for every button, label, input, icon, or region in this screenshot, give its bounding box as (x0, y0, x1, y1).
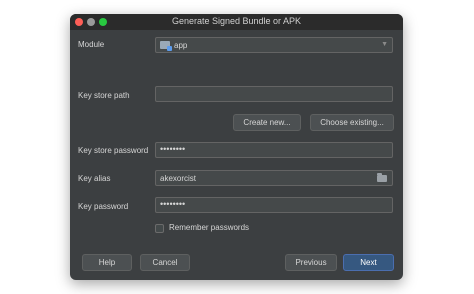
keystore-password-value: •••••••• (160, 144, 186, 154)
key-password-input[interactable]: •••••••• (155, 197, 393, 213)
keystore-path-input[interactable] (155, 86, 393, 102)
keystore-path-label: Key store path (78, 91, 130, 100)
folder-icon[interactable] (377, 173, 387, 182)
module-value: app (174, 41, 188, 50)
keystore-password-input[interactable]: •••••••• (155, 142, 393, 158)
key-alias-label: Key alias (78, 174, 111, 183)
key-password-value: •••••••• (160, 199, 186, 209)
key-password-label: Key password (78, 202, 129, 211)
next-button[interactable]: Next (343, 254, 394, 271)
create-new-button[interactable]: Create new... (233, 114, 301, 131)
window-title: Generate Signed Bundle or APK (171, 16, 302, 26)
remember-passwords-label[interactable]: Remember passwords (169, 223, 249, 232)
previous-button[interactable]: Previous (285, 254, 337, 271)
dialog-window: Generate Signed Bundle or APK Module app… (70, 14, 403, 280)
module-icon (160, 41, 172, 51)
help-button[interactable]: Help (82, 254, 132, 271)
module-dropdown[interactable]: app ▼ (155, 37, 393, 53)
cancel-button[interactable]: Cancel (140, 254, 190, 271)
choose-existing-button[interactable]: Choose existing... (310, 114, 394, 131)
remember-passwords-checkbox[interactable] (155, 224, 164, 233)
module-label: Module (78, 40, 105, 49)
key-alias-input[interactable]: akexorcist (155, 170, 393, 186)
keystore-password-label: Key store password (78, 146, 149, 155)
chevron-down-icon: ▼ (381, 41, 388, 48)
key-alias-value: akexorcist (160, 174, 197, 183)
title-bar: Generate Signed Bundle or APK (70, 14, 403, 30)
